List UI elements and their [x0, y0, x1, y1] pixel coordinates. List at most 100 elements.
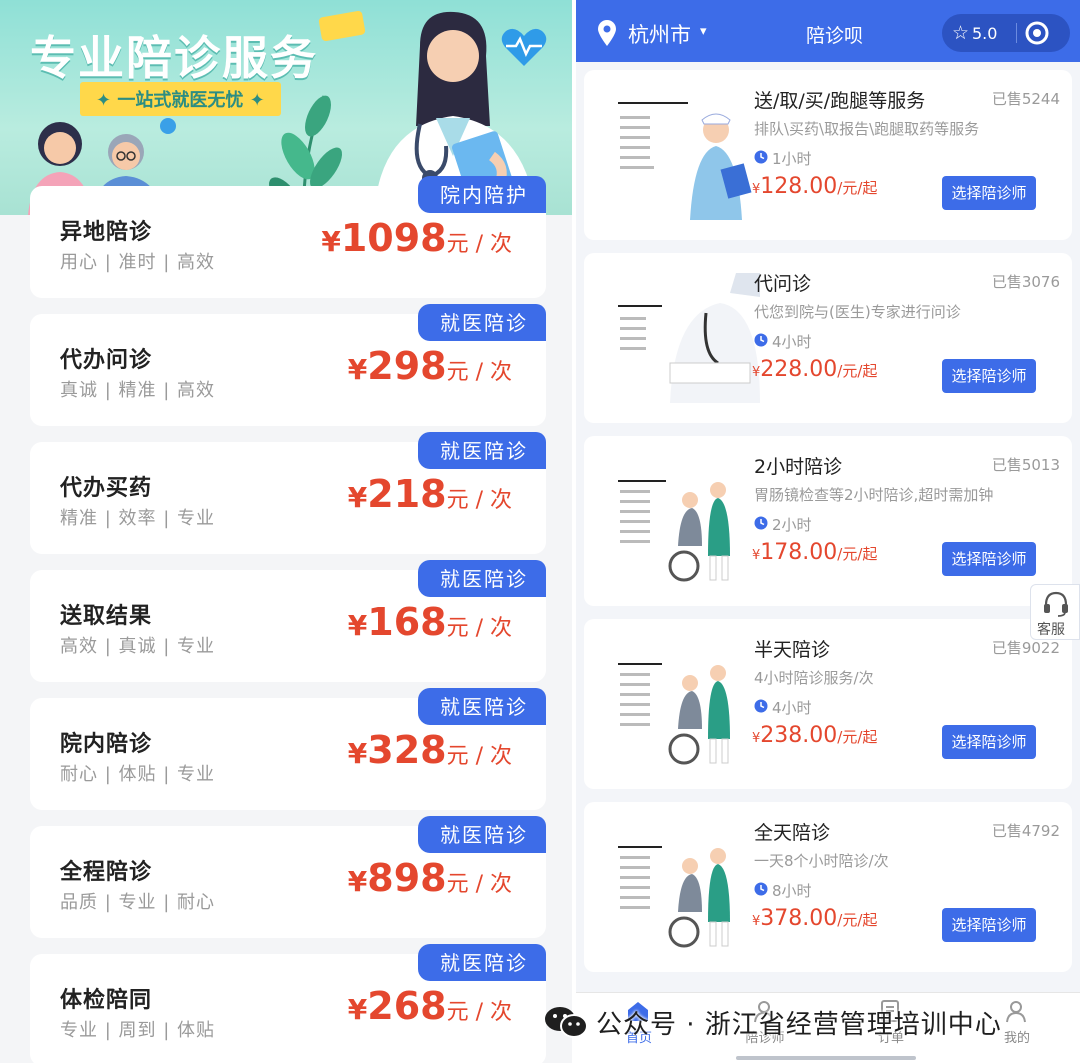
price-value: 128.00 — [760, 174, 838, 199]
right-panel: 杭州市 ▾ 陪诊呗 ☆ 5.0 送/取/买/跑腿等服务 已售5244 排队\买药… — [576, 0, 1080, 1063]
wheelchair-thumbnail — [610, 639, 760, 769]
clock-icon — [754, 516, 768, 530]
service-card-checkup[interactable]: 就医陪诊 体检陪同 专业 | 周到 | 体贴 ¥268元 / 次 — [30, 944, 546, 1063]
clock-icon — [754, 882, 768, 896]
service-card-remote[interactable]: 院内陪护 异地陪诊 用心 | 准时 | 高效 ¥1098元 / 次 — [30, 176, 546, 298]
customer-service-label: 客服 — [1037, 622, 1065, 638]
price-unit: /元/起 — [837, 545, 878, 563]
service-desc: 耐心 | 体贴 | 专业 — [60, 764, 216, 785]
choose-companion-button[interactable]: 选择陪诊师 — [942, 908, 1036, 942]
service-description: 排队\买药\取报告\跑腿取药等服务 — [754, 120, 980, 138]
mini-program-capsule: ☆ 5.0 — [942, 14, 1070, 52]
service-desc: 用心 | 准时 | 高效 — [60, 252, 216, 273]
wheelchair-thumbnail — [610, 456, 760, 586]
headset-icon — [1044, 591, 1068, 617]
service-name: 代办问诊 — [60, 348, 153, 373]
service-price: ¥228.00/元/起 — [752, 357, 877, 382]
service-card-consult[interactable]: 就医陪诊 代办问诊 真诚 | 精准 | 高效 ¥298元 / 次 — [30, 304, 546, 426]
sold-count: 已售5013 — [991, 456, 1060, 474]
service-title: 半天陪诊 — [754, 639, 831, 661]
price-unit: 元 / 次 — [446, 744, 512, 769]
price-unit: 元 / 次 — [446, 488, 512, 513]
service-name: 代办买药 — [60, 476, 153, 501]
price-value: 228.00 — [760, 357, 838, 382]
sold-count: 已售9022 — [991, 639, 1060, 657]
customer-service-button[interactable]: 客服 — [1030, 584, 1080, 640]
price-unit: /元/起 — [837, 728, 878, 746]
service-price: ¥168元 / 次 — [348, 600, 512, 644]
price-value: 218 — [367, 472, 447, 516]
service-tag: 院内陪护 — [418, 176, 546, 213]
service-card-medicine[interactable]: 就医陪诊 代办买药 精准 | 效率 | 专业 ¥218元 / 次 — [30, 432, 546, 554]
price-value: 238.00 — [760, 723, 838, 748]
price-value: 378.00 — [760, 906, 838, 931]
price-unit: 元 / 次 — [446, 616, 512, 641]
service-item-fullday[interactable]: 全天陪诊 已售4792 一天8个小时陪诊/次 8小时 ¥378.00/元/起 选… — [584, 802, 1072, 972]
service-item-2hour[interactable]: 2小时陪诊 已售5013 胃肠镜检查等2小时陪诊,超时需加钟 2小时 ¥178.… — [584, 436, 1072, 606]
rating-value: 5.0 — [972, 24, 998, 43]
choose-companion-button[interactable]: 选择陪诊师 — [942, 542, 1036, 576]
clock-icon — [754, 150, 768, 164]
price-unit: 元 / 次 — [446, 872, 512, 897]
sold-count: 已售5244 — [991, 90, 1060, 108]
page: 专业陪诊服务 ✦ 一站式就医无忧 ✦ 院内陪护 异地陪诊 用心 | 准时 | 高… — [0, 0, 1080, 1063]
choose-companion-button[interactable]: 选择陪诊师 — [942, 725, 1036, 759]
service-price: ¥218元 / 次 — [348, 472, 512, 516]
service-price: ¥898元 / 次 — [348, 856, 512, 900]
price-value: 168 — [367, 600, 447, 644]
price-value: 268 — [367, 984, 447, 1028]
service-tag: 就医陪诊 — [418, 304, 546, 341]
service-tag: 就医陪诊 — [418, 432, 546, 469]
service-item-halfday[interactable]: 半天陪诊 已售9022 4小时陪诊服务/次 4小时 ¥238.00/元/起 选择… — [584, 619, 1072, 789]
currency-symbol: ¥ — [347, 353, 368, 386]
choose-companion-button[interactable]: 选择陪诊师 — [942, 359, 1036, 393]
service-description: 代您到院与(医生)专家进行问诊 — [754, 303, 961, 321]
chevron-down-icon[interactable]: ▾ — [700, 24, 707, 39]
service-title: 全天陪诊 — [754, 822, 831, 844]
service-title: 2小时陪诊 — [754, 456, 843, 478]
service-desc: 精准 | 效率 | 专业 — [60, 508, 216, 529]
service-duration: 2小时 — [772, 516, 812, 534]
clock-icon — [754, 333, 768, 347]
service-duration: 8小时 — [772, 882, 812, 900]
service-title: 代问诊 — [754, 273, 812, 295]
capsule-divider — [1016, 23, 1017, 43]
city-selector[interactable]: 杭州市 — [628, 19, 691, 49]
service-duration: 4小时 — [772, 699, 812, 717]
star-icon[interactable]: ☆ — [952, 22, 969, 44]
banner-title: 专业陪诊服务 — [30, 31, 318, 85]
location-pin-icon[interactable] — [596, 20, 618, 46]
nurse-thumbnail — [610, 90, 760, 220]
service-card-fullprocess[interactable]: 就医陪诊 全程陪诊 品质 | 专业 | 耐心 ¥898元 / 次 — [30, 816, 546, 938]
service-card-results[interactable]: 就医陪诊 送取结果 高效 | 真诚 | 专业 ¥168元 / 次 — [30, 560, 546, 682]
service-card-inhospital[interactable]: 就医陪诊 院内陪诊 耐心 | 体贴 | 专业 ¥328元 / 次 — [30, 688, 546, 810]
service-desc: 专业 | 周到 | 体贴 — [60, 1020, 216, 1041]
watermark-text: 公众号 · 浙江省经营管理培训中心 — [596, 1009, 1002, 1040]
user-icon — [1006, 1001, 1026, 1023]
currency-symbol: ¥ — [347, 609, 368, 642]
price-unit: 元 / 次 — [446, 360, 512, 385]
currency-symbol: ¥ — [347, 993, 368, 1026]
service-duration: 1小时 — [772, 150, 812, 168]
service-desc: 品质 | 专业 | 耐心 — [60, 892, 216, 913]
service-item-consult[interactable]: 代问诊 已售3076 代您到院与(医生)专家进行问诊 4小时 ¥228.00/元… — [584, 253, 1072, 423]
sold-count: 已售3076 — [991, 273, 1060, 291]
price-value: 328 — [367, 728, 447, 772]
close-target-icon[interactable] — [1024, 20, 1050, 46]
currency-symbol: ¥ — [347, 737, 368, 770]
service-price: ¥268元 / 次 — [348, 984, 512, 1028]
app-title: 陪诊呗 — [806, 25, 864, 47]
service-desc: 真诚 | 精准 | 高效 — [60, 380, 216, 401]
wechat-watermark: 公众号 · 浙江省经营管理培训中心 — [544, 1000, 1002, 1044]
service-description: 4小时陪诊服务/次 — [754, 669, 874, 687]
choose-companion-button[interactable]: 选择陪诊师 — [942, 176, 1036, 210]
doctor-thumbnail — [610, 273, 760, 403]
service-item-errand[interactable]: 送/取/买/跑腿等服务 已售5244 排队\买药\取报告\跑腿取药等服务 1小时… — [584, 70, 1072, 240]
price-value: 298 — [367, 344, 447, 388]
home-indicator — [736, 1056, 916, 1060]
price-unit: /元/起 — [837, 362, 878, 380]
service-description: 胃肠镜检查等2小时陪诊,超时需加钟 — [754, 486, 994, 504]
service-price: ¥128.00/元/起 — [752, 174, 877, 199]
service-tag: 就医陪诊 — [418, 560, 546, 597]
service-tag: 就医陪诊 — [418, 816, 546, 853]
